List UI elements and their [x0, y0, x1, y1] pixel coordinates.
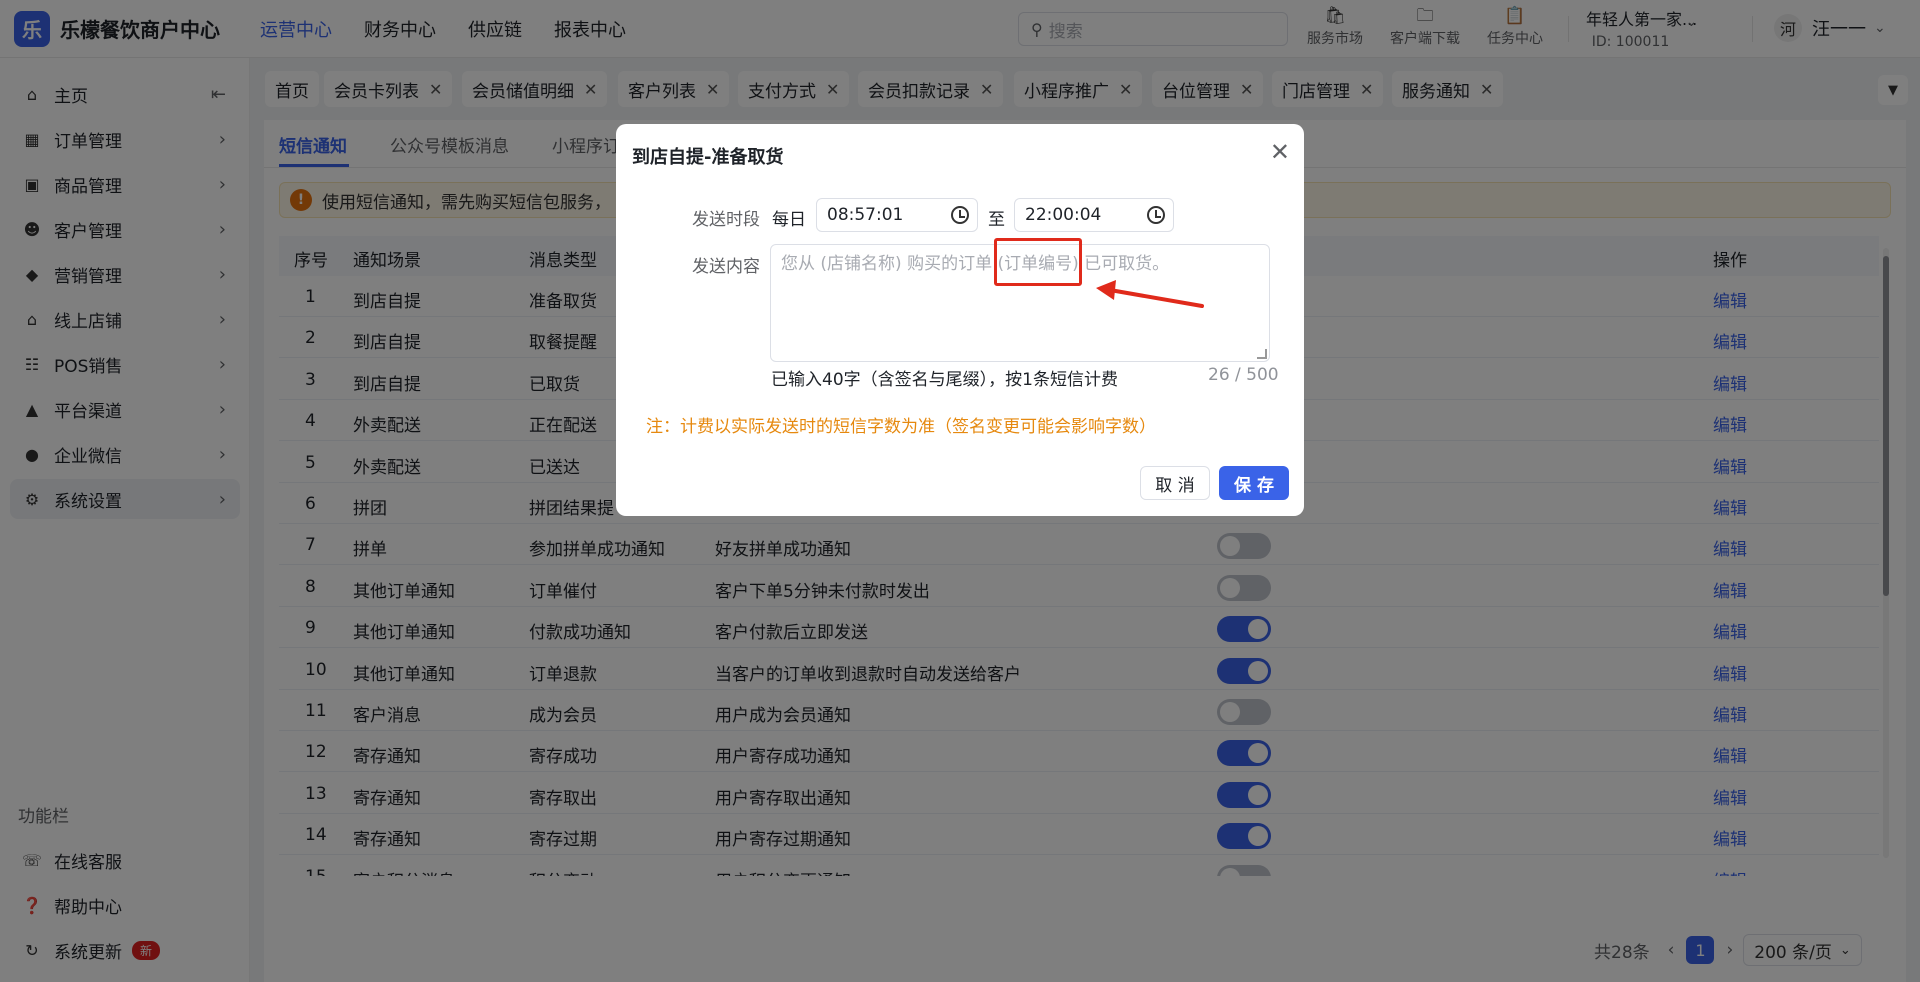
cancel-button[interactable]: 取 消 [1140, 466, 1210, 500]
time-label: 发送时段 [692, 210, 760, 230]
content-label: 发送内容 [692, 257, 760, 277]
annotation-arrow [1096, 280, 1204, 308]
dialog-title: 到店自提-准备取货 [632, 147, 784, 168]
end-time-picker[interactable]: 22:00:04 [1014, 198, 1174, 232]
count-info: 已输入40字（含签名与尾缀），按1条短信计费 [771, 370, 1118, 390]
daily-label: 每日 [772, 210, 806, 230]
clock-icon [951, 206, 969, 224]
clock-icon [1147, 206, 1165, 224]
start-time-value: 08:57:01 [827, 205, 904, 225]
resize-handle[interactable] [1257, 349, 1267, 359]
start-time-picker[interactable]: 08:57:01 [816, 198, 978, 232]
close-icon[interactable]: ✕ [1270, 138, 1290, 166]
annotation-highlight-box [994, 238, 1082, 286]
end-time-value: 22:00:04 [1025, 205, 1102, 225]
char-count: 26 / 500 [1208, 365, 1279, 385]
content-placeholder: 您从 (店铺名称) 购买的订单 (订单编号) 已可取货。 [781, 254, 1170, 274]
save-button[interactable]: 保 存 [1219, 466, 1289, 500]
billing-note: 注：计费以实际发送时的短信字数为准（签名变更可能会影响字数） [646, 417, 1156, 437]
to-label: 至 [988, 210, 1005, 230]
edit-notification-dialog: 到店自提-准备取货 ✕ 发送时段 每日 08:57:01 至 22:00:04 … [616, 124, 1304, 516]
